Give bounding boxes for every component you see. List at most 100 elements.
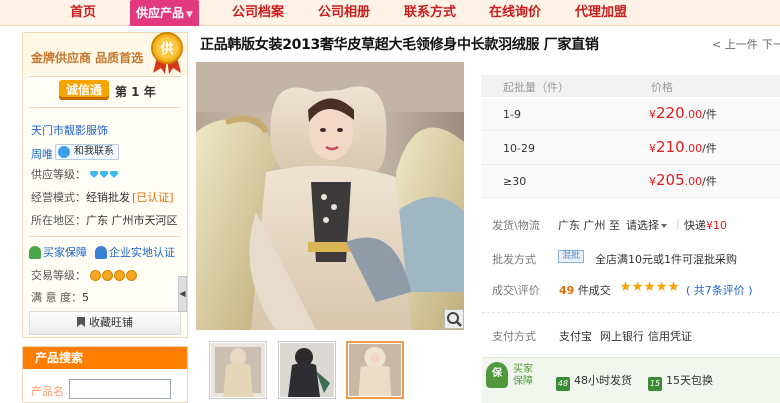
gold-supplier-text: 金牌供应商 品质首选 xyxy=(31,51,144,65)
nav-contact[interactable]: 联系方式 xyxy=(404,3,456,23)
satisfaction-row: 满 意 度：5 xyxy=(31,289,89,305)
main-product-image[interactable] xyxy=(196,62,464,330)
deals-summary: 49 件成交 xyxy=(559,282,611,298)
nav-products[interactable]: 供应产品 ▼ xyxy=(130,0,199,26)
shipping-destination-select[interactable]: 请选择 xyxy=(626,217,667,233)
thumbnail-image xyxy=(280,343,334,397)
nav-inquiry[interactable]: 在线询价 xyxy=(489,3,541,23)
trade-level-row: 交易等级： xyxy=(31,267,138,283)
buyer-protection-icon xyxy=(29,246,41,259)
review-count-link[interactable]: ( 共7条评价 ) xyxy=(686,282,753,298)
sidebar-collapse-handle[interactable]: ◀ xyxy=(178,276,187,312)
nav-agent[interactable]: 代理加盟 xyxy=(575,3,627,23)
shipping-fee: ¥10 xyxy=(706,219,727,232)
favorite-shop-label: 收藏旺铺 xyxy=(89,316,133,329)
crown-icon xyxy=(89,270,101,281)
product-name-label: 产品名 xyxy=(31,385,64,398)
verified-link[interactable]: [已认证] xyxy=(132,191,174,204)
nav-company-profile[interactable]: 公司档案 xyxy=(232,3,284,23)
trade-level-label: 交易等级： xyxy=(31,269,86,282)
satisfaction-value: 5 xyxy=(82,291,89,304)
shipping-express: 快递¥10 xyxy=(684,217,727,233)
next-product-link[interactable]: 下一 xyxy=(762,36,780,52)
product-search-panel: 产品搜索 产品名 xyxy=(22,346,188,403)
product-thumbnail[interactable] xyxy=(278,341,336,399)
diamond-icon xyxy=(99,171,109,178)
assurance-row: 买家保障 企业实地认证 xyxy=(29,244,175,260)
supplier-info-panel: 金牌供应商 品质首选 供 诚信通 第 1 年 天门市靓影服饰 周唯 和我联系 供… xyxy=(22,32,188,338)
price-row-price: ¥220.00/件 xyxy=(649,104,717,122)
zoom-button[interactable] xyxy=(444,309,464,329)
star-icon xyxy=(644,281,655,292)
guarantee-15day-text: 15天包换 xyxy=(666,374,713,387)
product-thumbnail-active[interactable] xyxy=(346,341,404,399)
chengxintong-logo: 诚信通 xyxy=(59,80,109,100)
price-header: 价格 xyxy=(651,81,673,94)
gold-badge-glyph: 供 xyxy=(159,41,173,57)
dropdown-caret-icon xyxy=(661,224,667,228)
nav-company-album[interactable]: 公司相册 xyxy=(318,3,370,23)
region-value: 广东 广州市天河区 xyxy=(86,214,178,227)
business-model-row: 经营模式：经销批发 [已认证] xyxy=(31,189,174,205)
star-icon xyxy=(668,281,679,292)
payment-method-netbank: 网上银行 xyxy=(600,330,644,343)
divider xyxy=(482,312,780,313)
favorite-shop-button[interactable]: 收藏旺铺 xyxy=(29,311,181,335)
payment-label: 支付方式 xyxy=(492,330,536,343)
prev-product-link[interactable]: < 上一件 xyxy=(712,36,758,52)
separator: | xyxy=(676,217,680,230)
zoom-icon xyxy=(447,312,462,327)
product-search-title: 产品搜索 xyxy=(23,347,187,369)
star-icon xyxy=(632,281,643,292)
divider xyxy=(29,107,181,108)
price-row-price: ¥210.00/件 xyxy=(649,138,717,156)
gold-badge-icon: 供 xyxy=(151,32,183,74)
mix-wholesale-badge: 混批 xyxy=(558,250,585,263)
payment-method-credit: 信用凭证 xyxy=(648,330,692,343)
price-row: ≥30 ¥205.00/件 xyxy=(481,165,780,198)
guarantee-15day-exchange: 15 15天包换 xyxy=(648,372,713,391)
product-thumbnail[interactable] xyxy=(209,341,267,399)
qty-header: 起批量（件） xyxy=(503,81,569,94)
region-row: 所在地区：广东 广州市天河区 xyxy=(31,212,178,228)
crown-icon xyxy=(125,270,137,281)
talk-button[interactable]: 和我联系 xyxy=(55,144,119,160)
divider xyxy=(29,236,181,237)
bookmark-icon xyxy=(77,317,85,327)
satisfaction-label: 满 意 度： xyxy=(31,291,82,304)
crown-icon xyxy=(113,270,125,281)
crown-icon xyxy=(101,270,113,281)
diamond-icon xyxy=(89,171,99,178)
wholesale-text: 全店满10元或1件可混批采购 xyxy=(595,253,737,266)
payment-method-alipay: 支付宝 xyxy=(559,330,592,343)
product-search-input[interactable] xyxy=(69,379,171,399)
nav-products-label: 供应产品 xyxy=(136,6,185,20)
thumbnail-image xyxy=(349,344,401,396)
price-row: 10-29 ¥210.00/件 xyxy=(481,132,780,165)
price-row: 1-9 ¥220.00/件 xyxy=(481,98,780,131)
company-name-link[interactable]: 天门市靓影服饰 xyxy=(31,122,108,138)
price-row-price: ¥205.00/件 xyxy=(649,171,717,189)
price-row-qty: 10-29 xyxy=(503,142,535,155)
contact-name-link[interactable]: 周唯 xyxy=(31,146,53,162)
chengxintong-row: 诚信通 第 1 年 xyxy=(23,77,187,105)
business-model-label: 经营模式： xyxy=(31,191,86,204)
onsite-cert-link[interactable]: 企业实地认证 xyxy=(109,246,175,259)
supply-level-label: 供应等级： xyxy=(31,168,86,181)
thumbnail-image xyxy=(211,343,265,397)
trade-level-crowns xyxy=(89,269,138,282)
price-row-qty: 1-9 xyxy=(503,108,521,121)
deals-label: 成交\评价 xyxy=(492,284,540,297)
top-navigation: 首页 供应产品 ▼ 公司档案 公司相册 联系方式 在线询价 代理加盟 xyxy=(0,0,780,26)
price-table: 起批量（件） 价格 1-9 ¥220.00/件 10-29 ¥210.00/件 … xyxy=(481,75,780,198)
star-icon xyxy=(656,281,667,292)
nav-home[interactable]: 首页 xyxy=(70,3,96,23)
guarantee-48h-text: 48小时发货 xyxy=(574,374,632,387)
exchange-15day-icon: 15 xyxy=(648,377,662,391)
buyer-protection-link[interactable]: 买家保障 xyxy=(43,246,87,259)
shipping-label: 发货\物流 xyxy=(492,219,540,232)
rating-stars xyxy=(620,281,680,295)
product-title: 正品韩版女装2013奢华皮草超大毛领修身中长款羽绒服 厂家直销 xyxy=(200,37,599,53)
price-row-qty: ≥30 xyxy=(503,175,527,188)
diamond-icon xyxy=(109,171,119,178)
